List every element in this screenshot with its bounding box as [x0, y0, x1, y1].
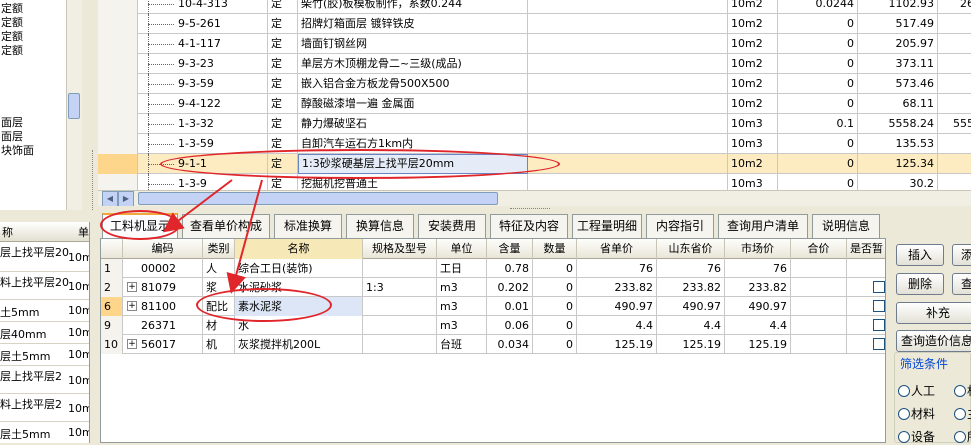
arrow-to-tab	[162, 179, 233, 233]
arrow-to-material	[226, 179, 263, 294]
annotation-arrows	[162, 179, 263, 294]
